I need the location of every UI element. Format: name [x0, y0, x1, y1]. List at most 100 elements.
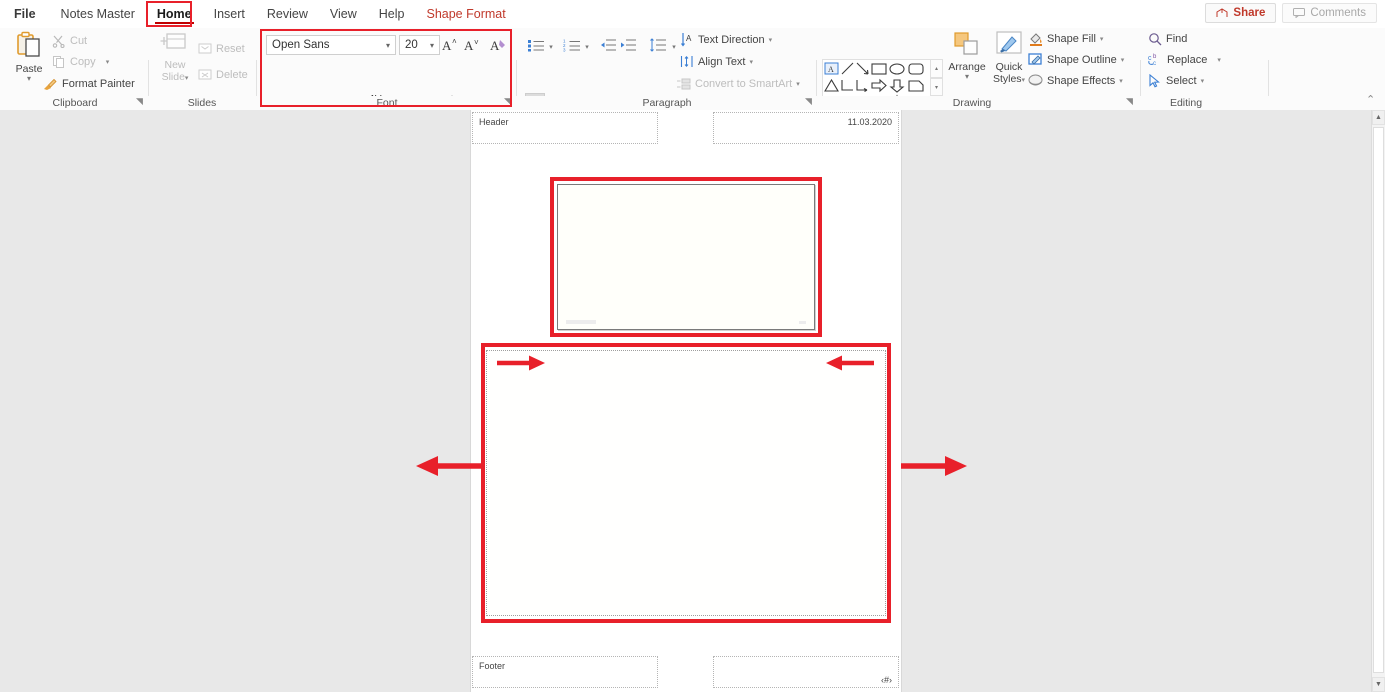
tab-help[interactable]: Help — [368, 0, 416, 28]
chevron-down-icon[interactable]: ▾ — [796, 80, 800, 88]
shape-outline-icon — [1028, 52, 1043, 67]
bullets-chevron-down-icon[interactable]: ▾ — [546, 37, 556, 56]
grow-font-button[interactable]: A ˄ — [441, 35, 460, 54]
chevron-down-icon[interactable]: ▾ — [1217, 56, 1221, 64]
tab-view[interactable]: View — [319, 0, 368, 28]
drawing-dialog-launcher[interactable]: ◥ — [1126, 97, 1133, 106]
paragraph-dialog-launcher[interactable]: ◥ — [805, 97, 812, 106]
font-dialog-launcher[interactable]: ◥ — [504, 97, 511, 106]
format-painter-button[interactable]: Format Painter — [43, 75, 135, 92]
tab-review[interactable]: Review — [256, 0, 319, 28]
new-slide-label-1: New — [164, 59, 186, 71]
arrange-button[interactable]: Arrange ▾ — [944, 30, 990, 81]
chevron-down-icon[interactable]: ▾ — [428, 41, 436, 50]
tab-file[interactable]: File — [0, 0, 50, 28]
line-spacing-chevron-down-icon[interactable]: ▾ — [669, 37, 679, 56]
svg-text:A: A — [686, 34, 692, 43]
convert-smartart-label: Convert to SmartArt — [695, 77, 793, 90]
convert-to-smartart-button[interactable]: Convert to SmartArt ▾ — [676, 75, 800, 92]
date-placeholder[interactable]: 11.03.2020 — [713, 112, 899, 144]
tab-home[interactable]: Home — [146, 0, 203, 28]
notes-master-page: Header 11.03.2020 Footer ‹#› — [471, 110, 901, 692]
line-spacing-button[interactable] — [647, 35, 669, 54]
decrease-indent-button[interactable] — [598, 35, 618, 54]
arrow-slide-right — [824, 352, 874, 377]
font-family-input[interactable]: Open Sans ▾ — [266, 35, 396, 55]
copy-button[interactable]: Copy ▾ — [52, 53, 109, 70]
slide-number-text: ‹#› — [881, 675, 892, 685]
quick-styles-button[interactable]: Quick Styles▾ — [986, 30, 1032, 86]
tab-notes-master[interactable]: Notes Master — [50, 0, 146, 28]
svg-text:˄: ˄ — [452, 37, 457, 46]
clear-formatting-button[interactable]: A — [489, 35, 508, 54]
share-button[interactable]: Share — [1205, 3, 1277, 23]
arrow-notes-left — [414, 453, 482, 482]
find-button[interactable]: Find — [1148, 30, 1187, 47]
reset-label: Reset — [216, 42, 245, 55]
font-size-input[interactable]: 20 ▾ — [399, 35, 440, 55]
group-label-slides: Slides — [187, 97, 217, 109]
font-family-value: Open Sans — [272, 39, 330, 51]
quick-styles-label-1: Quick — [995, 61, 1023, 73]
clipboard-icon — [14, 30, 44, 60]
group-label-drawing: Drawing — [952, 97, 992, 109]
chevron-down-icon[interactable]: ▾ — [384, 41, 392, 50]
chevron-down-icon[interactable]: ▾ — [750, 58, 754, 66]
cursor-icon — [1148, 73, 1162, 88]
shape-fill-button[interactable]: Shape Fill ▾ — [1028, 30, 1103, 47]
comments-button[interactable]: Comments — [1282, 3, 1377, 23]
vertical-scrollbar[interactable]: ▲ ▼ — [1371, 110, 1385, 692]
collapse-ribbon-button[interactable]: ⌃ — [1366, 95, 1375, 106]
chevron-down-icon[interactable]: ▾ — [769, 36, 773, 44]
ribbon-group-labels: Clipboard ◥ Slides Font ◥ Paragraph ◥ Dr… — [0, 95, 1385, 110]
ribbon-tab-bar: File Notes Master Home Insert Review Vie… — [0, 0, 1385, 28]
footer-placeholder[interactable]: Footer — [472, 656, 658, 688]
shrink-font-button[interactable]: A ˅ — [463, 35, 482, 54]
new-slide-button[interactable]: New Slide▾ — [152, 30, 198, 84]
chevron-down-icon[interactable]: ▾ — [1100, 35, 1104, 43]
copy-icon — [52, 55, 66, 69]
header-placeholder[interactable]: Header — [472, 112, 658, 144]
chevron-down-icon[interactable]: ▾ — [1119, 77, 1123, 85]
svg-text:A: A — [464, 38, 474, 52]
delete-slide-button[interactable]: Delete — [198, 66, 248, 83]
text-direction-label: Text Direction — [698, 33, 765, 46]
replace-icon: cbc — [1148, 53, 1163, 67]
clipboard-dialog-launcher[interactable]: ◥ — [136, 97, 143, 106]
shapes-scroll-up-icon[interactable]: ▴ — [930, 59, 943, 78]
comments-label: Comments — [1310, 7, 1366, 19]
scrollbar-thumb[interactable] — [1373, 127, 1384, 673]
chevron-down-icon[interactable]: ▾ — [1201, 77, 1205, 85]
line-spacing-icon — [649, 37, 667, 52]
svg-text:A: A — [442, 38, 452, 52]
increase-indent-button[interactable] — [618, 35, 638, 54]
text-direction-button[interactable]: A Text Direction ▾ — [680, 31, 772, 48]
cut-button[interactable]: Cut — [52, 32, 87, 49]
shape-outline-button[interactable]: Shape Outline ▾ — [1028, 51, 1124, 68]
align-text-button[interactable]: Align Text ▾ — [680, 53, 753, 70]
tab-shape-format[interactable]: Shape Format — [415, 0, 516, 28]
chevron-down-icon[interactable]: ▾ — [1022, 77, 1026, 84]
cut-label: Cut — [70, 34, 88, 47]
numbering-button[interactable]: 123 — [561, 35, 583, 54]
tab-insert[interactable]: Insert — [203, 0, 256, 28]
shape-effects-label: Shape Effects — [1047, 74, 1116, 87]
scroll-up-button[interactable]: ▲ — [1372, 110, 1385, 125]
bullets-button[interactable] — [525, 35, 547, 54]
arrow-slide-left — [497, 352, 547, 377]
chevron-down-icon[interactable]: ▾ — [944, 73, 990, 81]
replace-button[interactable]: cbc Replace ▾ — [1148, 51, 1221, 68]
reset-slide-button[interactable]: Reset — [198, 40, 245, 57]
chevron-down-icon[interactable]: ▾ — [106, 58, 110, 66]
numbering-chevron-down-icon[interactable]: ▾ — [582, 37, 592, 56]
slide-number-placeholder[interactable]: ‹#› — [713, 656, 899, 688]
select-button[interactable]: Select ▾ — [1148, 72, 1204, 89]
scroll-down-button[interactable]: ▼ — [1372, 677, 1385, 692]
shape-effects-button[interactable]: Shape Effects ▾ — [1028, 72, 1123, 89]
quick-styles-icon — [992, 30, 1026, 58]
chevron-down-icon[interactable]: ▾ — [1121, 56, 1125, 64]
group-label-paragraph: Paragraph — [642, 97, 692, 109]
reset-icon — [198, 42, 212, 55]
chevron-down-icon[interactable]: ▾ — [185, 75, 189, 82]
shapes-scroll-down-icon[interactable]: ▾ — [930, 77, 943, 97]
